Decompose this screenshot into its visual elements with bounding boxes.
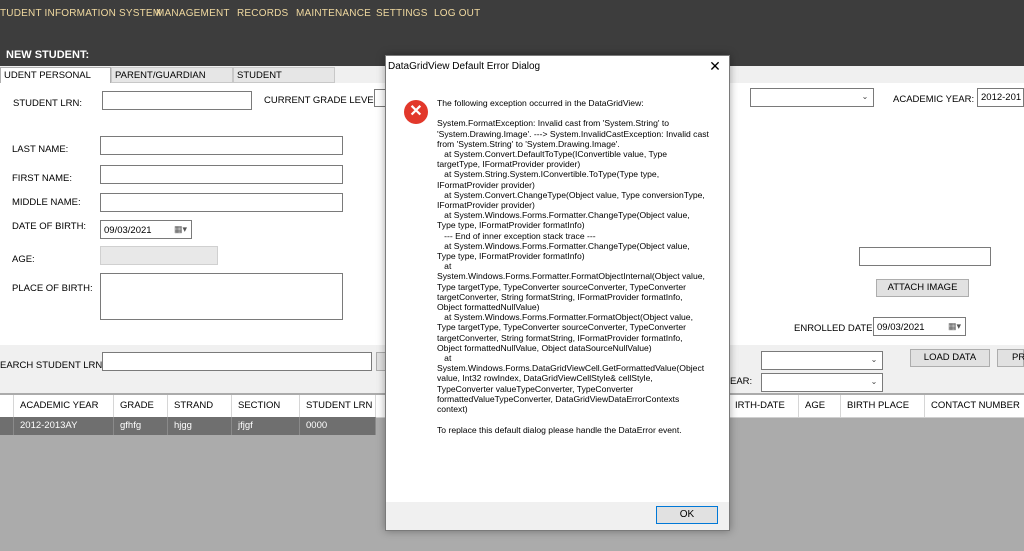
tab-parent-guardian-info[interactable]: PARENT/GUARDIAN INFO: [111,67,233,97]
dialog-message: The following exception occurred in the … [437,98,709,435]
image-path-input[interactable] [859,247,991,266]
tab-student-personal-info[interactable]: UDENT PERSONAL INFO: [0,67,111,97]
chevron-down-icon: ⌄ [870,355,878,364]
row-header[interactable] [0,417,14,435]
menu-management[interactable]: MANAGEMENT [156,8,230,19]
label-enrolled-date: ENROLLED DATE: [794,323,876,334]
column-contact-number[interactable]: CONTACT NUMBER [925,395,1024,417]
calendar-icon[interactable]: ▦▾ [948,321,961,332]
column-academic-year[interactable]: ACADEMIC YEAR [14,395,114,417]
label-academic-year: ACADEMIC YEAR: [893,94,975,105]
cell-grade[interactable]: gfhfg [114,417,168,435]
cell-academic-year[interactable]: 2012-2013AY [14,417,114,435]
ok-button[interactable]: OK [656,506,718,524]
year-select[interactable]: ⌄ [761,373,883,392]
label-current-grade-level: CURRENT GRADE LEVEL: [264,95,382,106]
attach-image-button[interactable]: ATTACH IMAGE [876,279,969,297]
menu-log-out[interactable]: LOG OUT [434,8,480,19]
label-year: EAR: [730,376,753,387]
dialog-title: DataGridView Default Error Dialog [388,61,541,72]
print-button[interactable]: PR [997,349,1024,367]
cell-strand[interactable]: hjgg [168,417,232,435]
academic-year-value: 2012-201 [981,92,1022,103]
dialog-title-bar: DataGridView Default Error Dialog ✕ [386,56,729,78]
place-of-birth-textarea[interactable] [100,273,343,320]
date-of-birth-picker[interactable]: 09/03/2021 ▦▾ [100,220,192,239]
label-first-name: FIRST NAME: [12,173,72,184]
label-last-name: LAST NAME: [12,144,69,155]
cell-student-lrn[interactable]: 0000 [300,417,376,435]
label-search-student-lrn: EARCH STUDENT LRN: [0,360,105,371]
column-student-lrn[interactable]: STUDENT LRN [300,395,376,417]
strand-select[interactable]: ⌄ [750,88,874,107]
menu-maintenance[interactable]: MAINTENANCE [296,8,371,19]
column-age[interactable]: AGE [799,395,841,417]
last-name-input[interactable] [100,136,343,155]
menu-records[interactable]: RECORDS [237,8,288,19]
error-dialog: DataGridView Default Error Dialog ✕ ✕ Th… [385,55,730,531]
new-student-title: NEW STUDENT: [6,49,90,61]
label-date-of-birth: DATE OF BIRTH: [12,221,87,232]
label-place-of-birth: PLACE OF BIRTH: [12,283,93,294]
label-middle-name: MIDDLE NAME: [12,197,81,208]
label-age: AGE: [12,254,35,265]
age-field [100,246,218,265]
load-data-button[interactable]: LOAD DATA [910,349,990,367]
column-section[interactable]: SECTION [232,395,300,417]
chevron-down-icon: ⌄ [870,377,878,386]
search-lrn-input[interactable] [102,352,372,371]
menu-student-information-system[interactable]: TUDENT INFORMATION SYSTEM [0,8,161,19]
error-icon: ✕ [404,100,428,124]
middle-name-input[interactable] [100,193,343,212]
row-header-corner [0,395,14,417]
dialog-body: ✕ The following exception occurred in th… [386,78,729,502]
enrolled-date-value: 09/03/2021 [877,322,925,333]
table-row[interactable]: 2012-2013AY gfhfg hjgg jfjgf 0000 [0,417,376,435]
enrolled-date-picker[interactable]: 09/03/2021 ▦▾ [873,317,966,336]
calendar-icon[interactable]: ▦▾ [174,224,187,235]
date-of-birth-value: 09/03/2021 [104,225,152,236]
chevron-down-icon: ⌄ [861,92,869,101]
filter-select-1[interactable]: ⌄ [761,351,883,370]
academic-year-select[interactable]: 2012-201 [977,88,1024,107]
student-lrn-input[interactable] [102,91,252,110]
cell-section[interactable]: jfjgf [232,417,300,435]
column-strand[interactable]: STRAND [168,395,232,417]
first-name-input[interactable] [100,165,343,184]
column-birth-date[interactable]: IRTH-DATE [729,395,799,417]
tab-student-eligibility[interactable]: STUDENT ELIGIBILITY: [233,67,335,97]
menu-settings[interactable]: SETTINGS [376,8,428,19]
column-birth-place[interactable]: BIRTH PLACE [841,395,925,417]
label-student-lrn: STUDENT LRN: [13,98,82,109]
column-grade[interactable]: GRADE [114,395,168,417]
close-icon[interactable]: ✕ [707,58,723,74]
